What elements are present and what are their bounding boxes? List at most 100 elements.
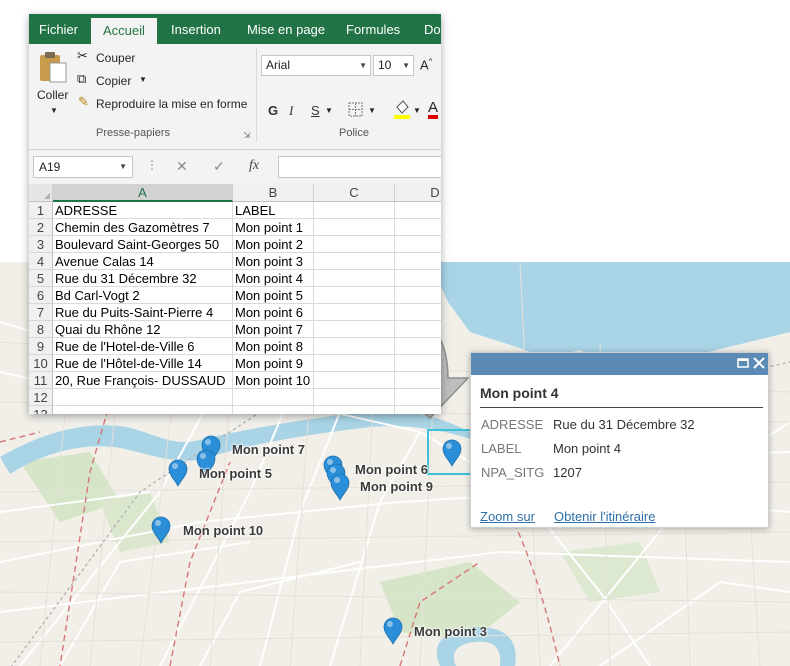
cell-d-row-9[interactable] <box>395 338 441 355</box>
row-header[interactable]: 7 <box>29 304 53 321</box>
tab-insertion[interactable]: Insertion <box>171 14 221 44</box>
cell-d-row-2[interactable] <box>395 219 441 236</box>
cell-a-row-2[interactable]: Chemin des Gazomètres 7 <box>53 219 233 236</box>
zoom-to-link[interactable]: Zoom sur <box>480 509 535 524</box>
row-header[interactable]: 6 <box>29 287 53 304</box>
cut-button[interactable]: Couper <box>96 51 135 65</box>
column-header-c[interactable]: C <box>314 184 395 202</box>
cell-b-row-9[interactable]: Mon point 8 <box>233 338 314 355</box>
column-header-a[interactable]: A <box>53 184 233 202</box>
column-header-d[interactable]: D <box>395 184 441 202</box>
row-header[interactable]: 13 <box>29 406 53 414</box>
cell-d-row-7[interactable] <box>395 304 441 321</box>
cell-d-row-11[interactable] <box>395 372 441 389</box>
cell-d-row-12[interactable] <box>395 389 441 406</box>
cell-a-row-10[interactable]: Rue de l'Hôtel-de-Ville 14 <box>53 355 233 372</box>
cell-d-row-1[interactable] <box>395 202 441 219</box>
font-size-select[interactable]: 10 ▼ <box>373 55 414 76</box>
cell-d-row-10[interactable] <box>395 355 441 372</box>
insert-function-icon[interactable]: fx <box>249 158 259 174</box>
copy-icon[interactable]: ⧉ <box>77 71 86 87</box>
scissors-icon[interactable]: ✂ <box>77 48 88 64</box>
cell-c-row-12[interactable] <box>314 389 395 406</box>
row-header[interactable]: 8 <box>29 321 53 338</box>
cell-b-row-8[interactable]: Mon point 7 <box>233 321 314 338</box>
cell-b-row-1[interactable]: LABEL <box>233 202 314 219</box>
cell-b-row-2[interactable]: Mon point 1 <box>233 219 314 236</box>
cell-b-row-5[interactable]: Mon point 4 <box>233 270 314 287</box>
font-color-icon[interactable]: A <box>428 100 439 119</box>
italic-button[interactable]: I <box>289 103 293 119</box>
cancel-icon[interactable]: ✕ <box>176 158 188 175</box>
tab-mise-en-page[interactable]: Mise en page <box>247 14 325 44</box>
select-all-corner[interactable]: ◢ <box>29 184 53 202</box>
underline-button[interactable]: S <box>311 103 320 118</box>
cell-a-row-9[interactable]: Rue de l'Hotel-de-Ville 6 <box>53 338 233 355</box>
cell-a-row-12[interactable] <box>53 389 233 406</box>
format-painter-icon[interactable]: ✎ <box>78 94 89 110</box>
cell-b-row-4[interactable]: Mon point 3 <box>233 253 314 270</box>
cell-d-row-6[interactable] <box>395 287 441 304</box>
cell-c-row-3[interactable] <box>314 236 395 253</box>
cell-c-row-2[interactable] <box>314 219 395 236</box>
paste-button[interactable]: Coller <box>37 88 68 102</box>
row-header[interactable]: 2 <box>29 219 53 236</box>
row-header[interactable]: 3 <box>29 236 53 253</box>
cell-a-row-3[interactable]: Boulevard Saint-Georges 50 <box>53 236 233 253</box>
cell-d-row-13[interactable] <box>395 406 441 414</box>
cell-b-row-3[interactable]: Mon point 2 <box>233 236 314 253</box>
cell-c-row-8[interactable] <box>314 321 395 338</box>
cell-c-row-7[interactable] <box>314 304 395 321</box>
fill-color-icon[interactable] <box>393 98 411 120</box>
cell-c-row-4[interactable] <box>314 253 395 270</box>
formula-input[interactable] <box>278 156 441 178</box>
cell-a-row-11[interactable]: 20, Rue François- DUSSAUD <box>53 372 233 389</box>
cell-c-row-10[interactable] <box>314 355 395 372</box>
clipboard-launcher-icon[interactable]: ⇲ <box>243 130 251 141</box>
cell-c-row-9[interactable] <box>314 338 395 355</box>
tab-fichier[interactable]: Fichier <box>39 14 78 44</box>
column-header-b[interactable]: B <box>233 184 314 202</box>
row-header[interactable]: 1 <box>29 202 53 219</box>
tab-formules[interactable]: Formules <box>346 14 400 44</box>
cell-a-row-4[interactable]: Avenue Calas 14 <box>53 253 233 270</box>
cell-b-row-6[interactable]: Mon point 5 <box>233 287 314 304</box>
enter-icon[interactable]: ✓ <box>213 158 225 175</box>
get-directions-link[interactable]: Obtenir l'itinéraire <box>554 509 655 524</box>
row-header[interactable]: 11 <box>29 372 53 389</box>
name-box[interactable]: A19 ▼ <box>33 156 133 178</box>
copy-dropdown-icon[interactable]: ▼ <box>139 75 147 84</box>
cell-a-row-6[interactable]: Bd Carl-Vogt 2 <box>53 287 233 304</box>
bold-button[interactable]: G <box>268 103 278 118</box>
cell-b-row-10[interactable]: Mon point 9 <box>233 355 314 372</box>
paste-dropdown-icon[interactable]: ▼ <box>50 106 58 115</box>
cell-d-row-3[interactable] <box>395 236 441 253</box>
fill-color-dropdown-icon[interactable]: ▼ <box>413 106 421 115</box>
tab-donnees[interactable]: Do <box>424 14 441 44</box>
close-icon[interactable] <box>752 356 766 370</box>
cell-d-row-8[interactable] <box>395 321 441 338</box>
row-header[interactable]: 12 <box>29 389 53 406</box>
row-header[interactable]: 10 <box>29 355 53 372</box>
cell-a-row-8[interactable]: Quai du Rhône 12 <box>53 321 233 338</box>
cell-b-row-7[interactable]: Mon point 6 <box>233 304 314 321</box>
cell-d-row-5[interactable] <box>395 270 441 287</box>
cell-b-row-11[interactable]: Mon point 10 <box>233 372 314 389</box>
row-header[interactable]: 5 <box>29 270 53 287</box>
cell-c-row-5[interactable] <box>314 270 395 287</box>
row-header[interactable]: 4 <box>29 253 53 270</box>
grow-font-icon[interactable]: A^ <box>420 57 432 72</box>
borders-dropdown-icon[interactable]: ▼ <box>368 106 376 115</box>
cell-a-row-13[interactable] <box>53 406 233 414</box>
cell-a-row-5[interactable]: Rue du 31 Décembre 32 <box>53 270 233 287</box>
cell-a-row-7[interactable]: Rue du Puits-Saint-Pierre 4 <box>53 304 233 321</box>
cell-b-row-12[interactable] <box>233 389 314 406</box>
format-painter-button[interactable]: Reproduire la mise en forme <box>96 97 247 111</box>
cell-c-row-6[interactable] <box>314 287 395 304</box>
cell-a-row-1[interactable]: ADRESSE <box>53 202 233 219</box>
cell-b-row-13[interactable] <box>233 406 314 414</box>
tab-accueil[interactable]: Accueil <box>91 18 157 44</box>
borders-icon[interactable] <box>348 102 364 118</box>
underline-dropdown-icon[interactable]: ▼ <box>325 106 333 115</box>
paste-icon[interactable] <box>38 51 68 83</box>
